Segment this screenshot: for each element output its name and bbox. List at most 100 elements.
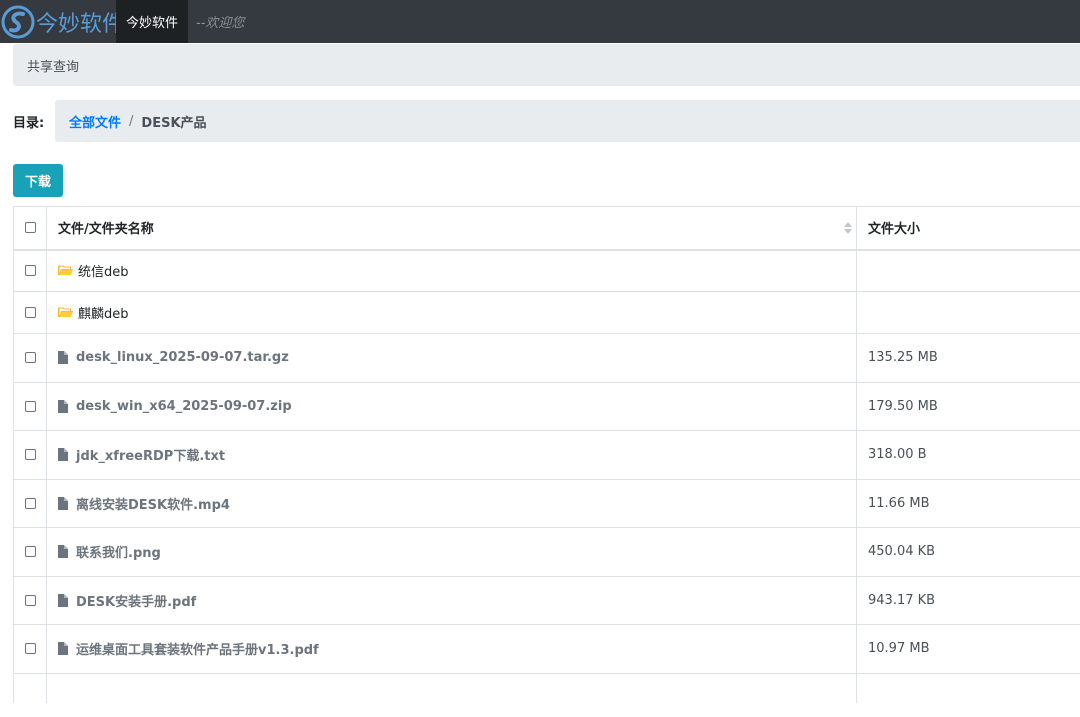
- row-size-cell: 11.66 MB: [856, 478, 1080, 528]
- row-checkbox[interactable]: [24, 352, 36, 364]
- nav-app-tab[interactable]: 今妙软件: [116, 0, 188, 43]
- row-name-cell[interactable]: desk_win_x64_2025-09-07.zip: [46, 381, 857, 431]
- welcome-text: --欢迎您: [196, 16, 245, 31]
- folder-name-link[interactable]: 统信deb: [78, 261, 129, 280]
- subnav-bar: 共享查询: [13, 44, 1080, 86]
- row-name-wrapper: DESK安装手册.pdf: [58, 591, 856, 610]
- name-column-label: 文件/文件夹名称: [58, 222, 154, 238]
- file-name-link[interactable]: 运维桌面工具套装软件产品手册v1.3.pdf: [76, 639, 319, 658]
- breadcrumb-separator: /: [129, 113, 134, 129]
- file-icon: [58, 545, 68, 559]
- breadcrumb: 全部文件 / DESK产品: [55, 100, 1080, 142]
- file-name-link[interactable]: DESK安装手册.pdf: [76, 591, 196, 610]
- row-name-cell[interactable]: 联系我们.png: [46, 527, 857, 576]
- file-name-link[interactable]: desk_win_x64_2025-09-07.zip: [76, 399, 292, 414]
- row-select-cell: [13, 381, 47, 431]
- row-select-cell: [13, 430, 47, 479]
- sort-icon[interactable]: [844, 221, 852, 234]
- row-select-cell: [13, 624, 47, 673]
- row-size-cell: 135.25 MB: [856, 333, 1080, 382]
- table-row[interactable]: 麒麟deb: [13, 291, 1080, 334]
- row-select-cell: [13, 527, 47, 576]
- select-all-cell: [13, 206, 47, 251]
- footer-cell-size: [856, 672, 1080, 703]
- file-icon: [58, 496, 68, 510]
- row-checkbox[interactable]: [24, 594, 36, 606]
- row-select-cell: [13, 478, 47, 528]
- row-checkbox[interactable]: [24, 265, 36, 277]
- select-all-checkbox[interactable]: [24, 222, 36, 234]
- row-select-cell: [13, 291, 47, 334]
- file-table: 文件/文件夹名称 文件大小 统信deb 麒麟deb desk_linux_2025-…: [13, 206, 1080, 703]
- row-checkbox[interactable]: [24, 546, 36, 558]
- row-name-cell[interactable]: DESK安装手册.pdf: [46, 575, 857, 625]
- row-checkbox[interactable]: [24, 643, 36, 655]
- table-row[interactable]: jdk_xfreeRDP下载.txt 318.00 B: [13, 430, 1080, 479]
- row-checkbox[interactable]: [24, 307, 36, 318]
- row-name-wrapper: 联系我们.png: [58, 542, 856, 561]
- row-select-cell: [13, 333, 47, 382]
- table-empty-footer: [13, 672, 1080, 703]
- footer-cell-name: [46, 672, 857, 703]
- table-row[interactable]: desk_linux_2025-09-07.tar.gz 135.25 MB: [13, 333, 1080, 382]
- row-size-cell: 943.17 KB: [856, 575, 1080, 625]
- row-name-wrapper: 麒麟deb: [58, 303, 856, 322]
- row-checkbox[interactable]: [24, 400, 36, 412]
- row-name-wrapper: 离线安装DESK软件.mp4: [58, 494, 856, 513]
- file-icon: [58, 351, 68, 365]
- file-name-link[interactable]: 离线安装DESK软件.mp4: [76, 494, 230, 513]
- name-column-header[interactable]: 文件/文件夹名称: [46, 206, 857, 251]
- table-body: 统信deb 麒麟deb desk_linux_2025-09-07.tar.gz 13…: [13, 249, 1080, 673]
- row-select-cell: [13, 575, 47, 625]
- row-name-cell[interactable]: 统信deb: [46, 249, 857, 292]
- file-name-link[interactable]: jdk_xfreeRDP下载.txt: [76, 445, 225, 464]
- row-name-cell[interactable]: 离线安装DESK软件.mp4: [46, 478, 857, 528]
- row-size-cell: [856, 249, 1080, 292]
- table-row[interactable]: 统信deb: [13, 249, 1080, 292]
- row-name-cell[interactable]: jdk_xfreeRDP下载.txt: [46, 430, 857, 479]
- row-name-wrapper: jdk_xfreeRDP下载.txt: [58, 445, 856, 464]
- row-name-cell[interactable]: 运维桌面工具套装软件产品手册v1.3.pdf: [46, 624, 857, 673]
- file-name-link[interactable]: desk_linux_2025-09-07.tar.gz: [76, 350, 289, 365]
- row-size-cell: 179.50 MB: [856, 381, 1080, 431]
- file-icon: [58, 448, 68, 462]
- row-size-cell: [856, 291, 1080, 334]
- table-row[interactable]: DESK安装手册.pdf 943.17 KB: [13, 575, 1080, 625]
- file-icon: [58, 593, 68, 607]
- logo-icon: [1, 5, 35, 38]
- row-name-wrapper: 统信deb: [58, 261, 856, 280]
- row-size-cell: 10.97 MB: [856, 624, 1080, 673]
- download-button[interactable]: 下载: [13, 164, 63, 197]
- row-name-wrapper: 运维桌面工具套装软件产品手册v1.3.pdf: [58, 639, 856, 658]
- row-name-wrapper: desk_linux_2025-09-07.tar.gz: [58, 350, 856, 365]
- table-row[interactable]: desk_win_x64_2025-09-07.zip 179.50 MB: [13, 381, 1080, 431]
- size-column-header[interactable]: 文件大小: [856, 206, 1080, 251]
- row-checkbox[interactable]: [24, 497, 36, 509]
- file-name-link[interactable]: 联系我们.png: [76, 542, 161, 561]
- file-icon: [58, 642, 68, 656]
- table-row[interactable]: 联系我们.png 450.04 KB: [13, 527, 1080, 576]
- breadcrumb-root-link[interactable]: 全部文件: [69, 112, 121, 131]
- file-icon: [58, 399, 68, 413]
- table-row[interactable]: 运维桌面工具套装软件产品手册v1.3.pdf 10.97 MB: [13, 624, 1080, 673]
- logo-text: 今妙软件: [36, 11, 125, 37]
- table-header-row: 文件/文件夹名称 文件大小: [13, 206, 1080, 251]
- folder-icon: [58, 265, 73, 276]
- footer-cell-check: [13, 672, 47, 703]
- folder-icon: [58, 307, 73, 317]
- directory-label: 目录:: [13, 115, 45, 131]
- row-name-wrapper: desk_win_x64_2025-09-07.zip: [58, 399, 856, 414]
- row-name-cell[interactable]: 麒麟deb: [46, 291, 857, 334]
- table-row[interactable]: 离线安装DESK软件.mp4 11.66 MB: [13, 478, 1080, 528]
- breadcrumb-current: DESK产品: [141, 115, 207, 131]
- row-checkbox[interactable]: [24, 449, 36, 461]
- row-select-cell: [13, 249, 47, 292]
- size-column-label: 文件大小: [868, 222, 921, 238]
- folder-name-link[interactable]: 麒麟deb: [78, 303, 129, 322]
- top-navbar: 今妙软件 今妙软件 --欢迎您: [0, 0, 1080, 43]
- row-size-cell: 450.04 KB: [856, 527, 1080, 576]
- subnav-share-query[interactable]: 共享查询: [27, 56, 79, 75]
- row-size-cell: 318.00 B: [856, 430, 1080, 479]
- brand-logo[interactable]: 今妙软件: [0, 0, 124, 43]
- row-name-cell[interactable]: desk_linux_2025-09-07.tar.gz: [46, 333, 857, 382]
